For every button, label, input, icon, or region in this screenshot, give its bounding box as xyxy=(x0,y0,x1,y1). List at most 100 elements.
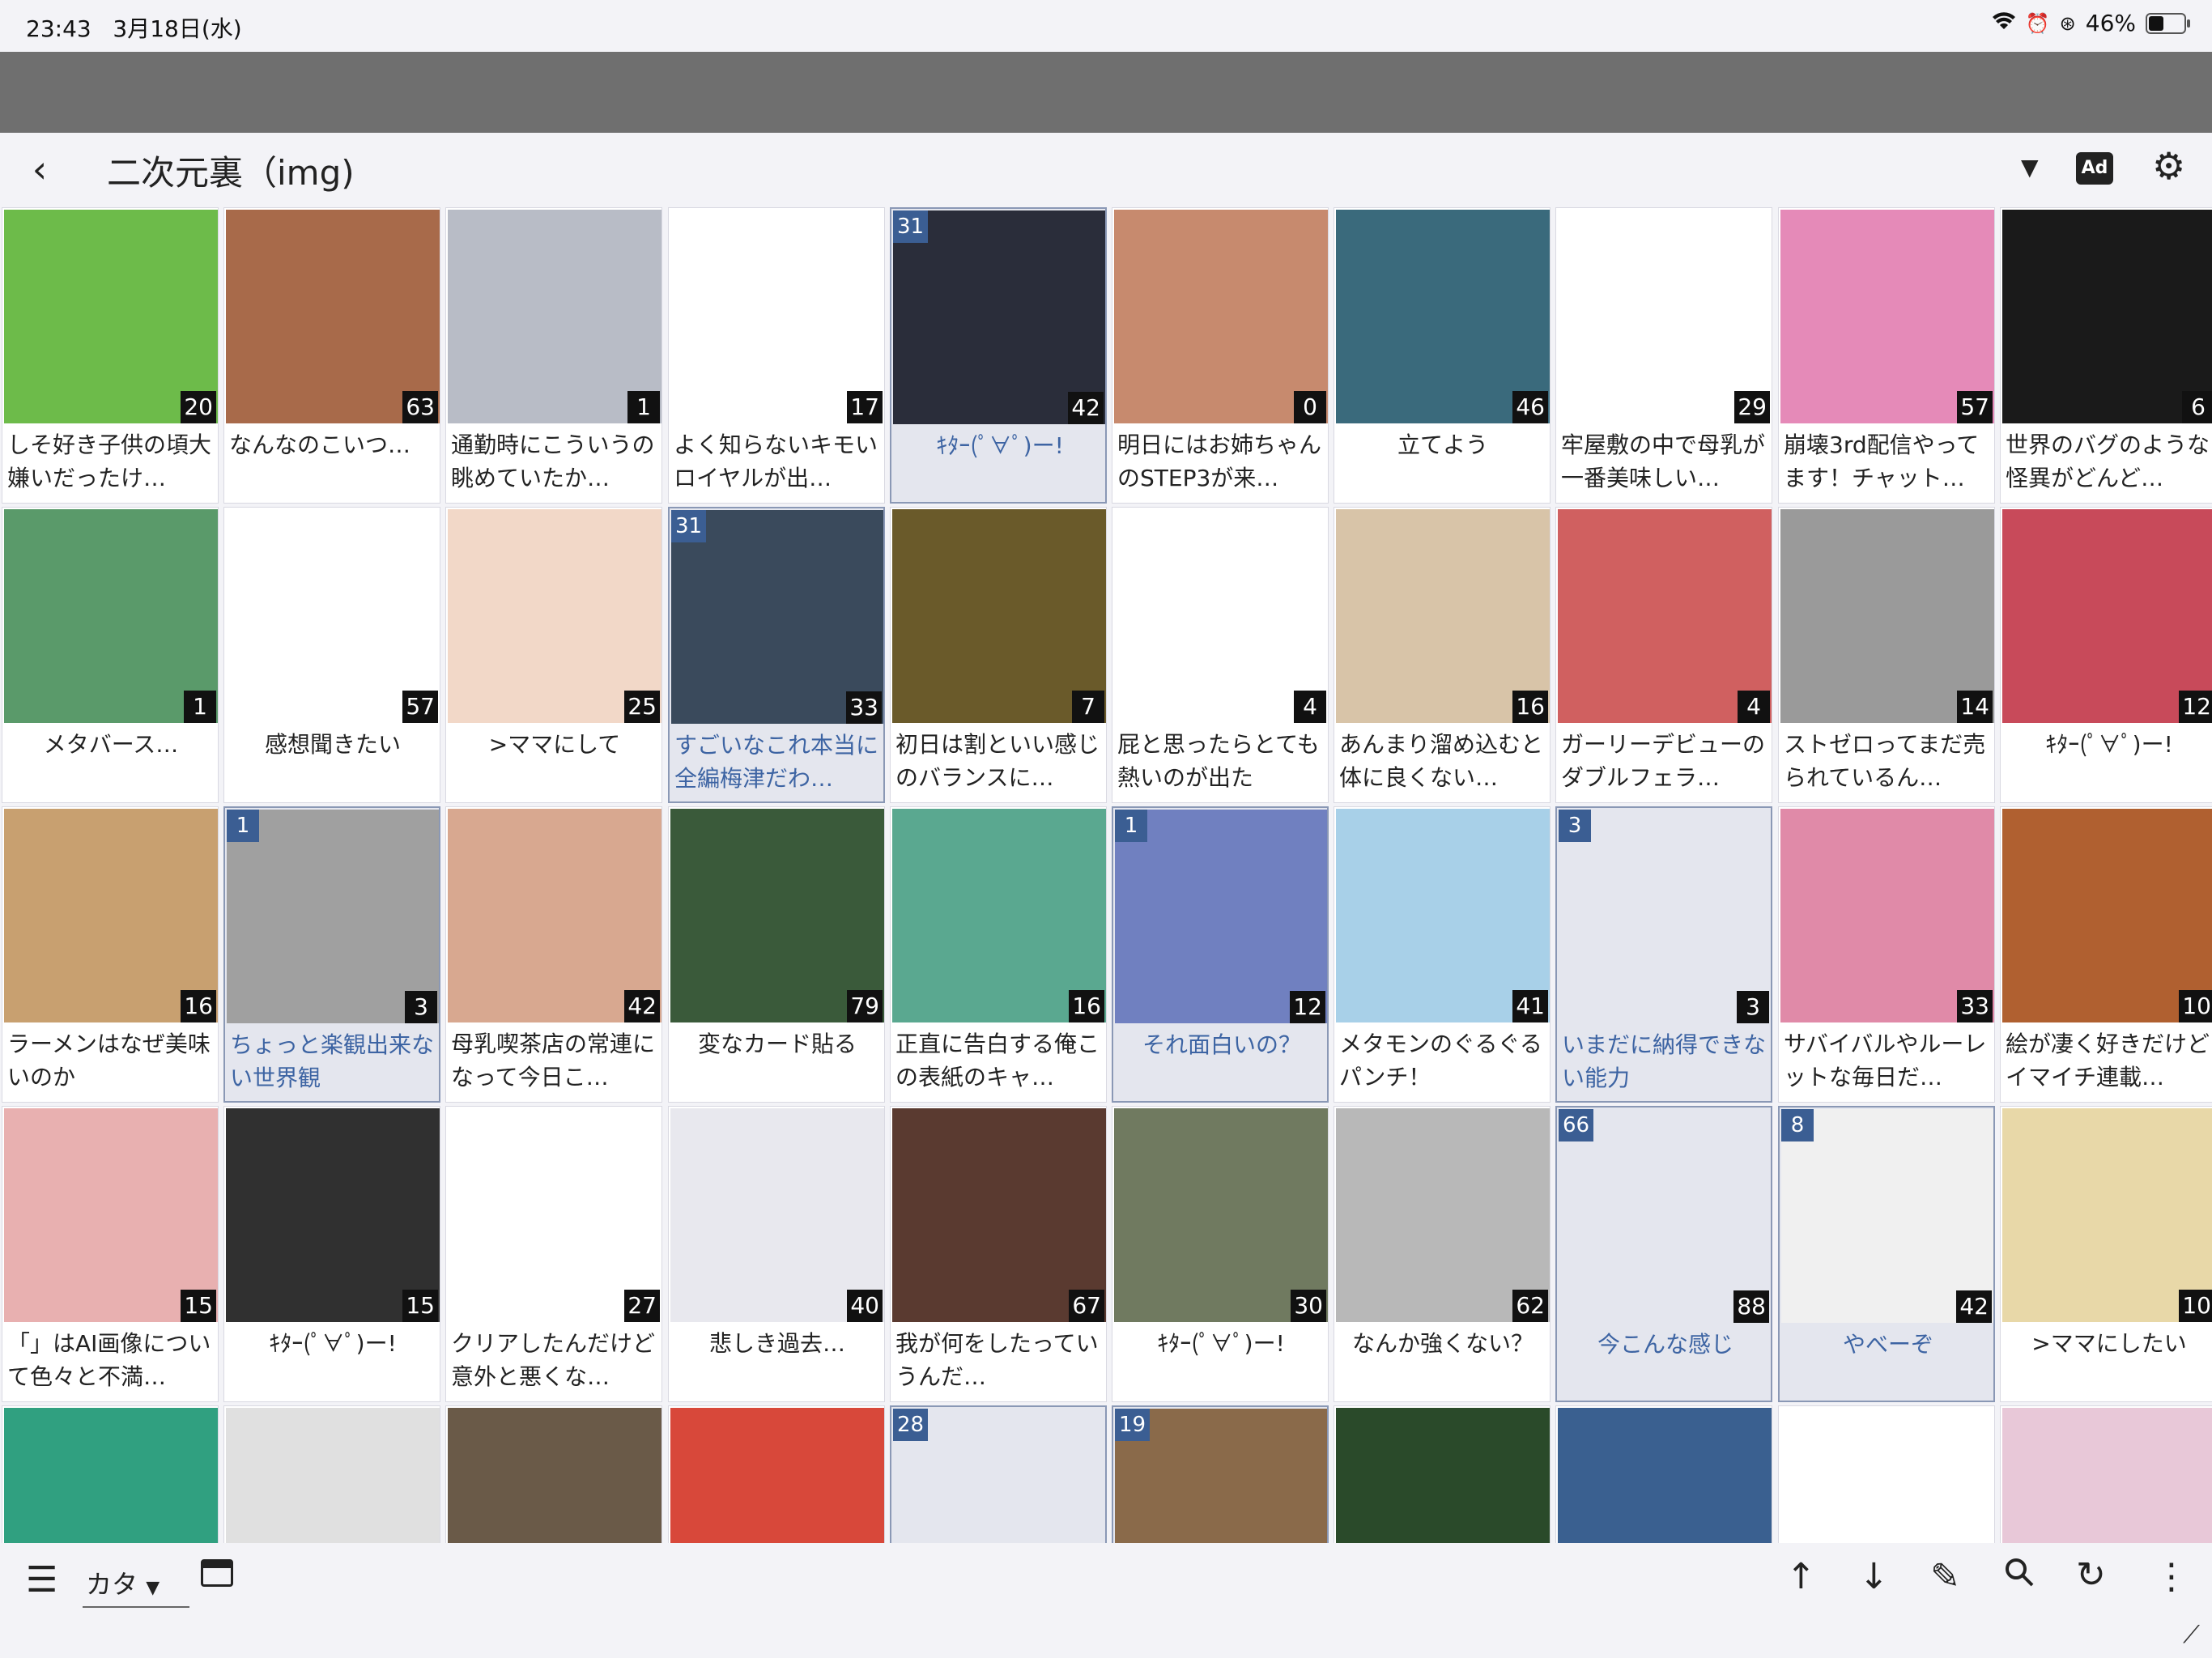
thread-title: 母乳喫茶店の常連になって今日こ… xyxy=(451,1031,656,1090)
thread-cell[interactable]: 3 3 いまだに納得できない能力 xyxy=(1555,806,1772,1103)
thread-cell[interactable] xyxy=(2,1405,219,1543)
thread-cell[interactable]: 1 メタバース… xyxy=(2,507,219,803)
dropdown-arrow-icon[interactable]: ▼ xyxy=(2021,154,2039,181)
thread-cell[interactable]: 31 33 すごいなこれ本当に全編梅津だわ… xyxy=(668,507,885,803)
arrow-up-icon[interactable]: ↑ xyxy=(1786,1556,1816,1597)
thread-cell[interactable]: 15 「」はAI画像について色々と不満… xyxy=(2,1106,219,1402)
thread-title: メタモンのぐるぐるパンチ！ xyxy=(1339,1031,1542,1090)
thread-title: 初日は割といい感じのバランスに… xyxy=(895,731,1100,791)
reply-count: 63 xyxy=(402,391,438,423)
thread-title: いまだに納得できない能力 xyxy=(1562,1031,1767,1091)
thread-cell[interactable]: 12 ｷﾀｰ(ﾟ∀ﾟ)ー! xyxy=(2000,507,2212,803)
reply-count: 20 xyxy=(181,391,216,423)
thread-cell[interactable]: 29 牢屋敷の中で母乳が一番美味しい… xyxy=(1555,207,1772,504)
thread-cell[interactable]: 1 通勤時にこういうの眺めていたか… xyxy=(445,207,662,504)
reply-count: 62 xyxy=(1512,1290,1548,1322)
thread-cell[interactable]: 16 あんまり溜め込むと体に良くない… xyxy=(1334,507,1551,803)
thread-cell[interactable]: 40 悲しき過去… xyxy=(668,1106,885,1402)
thread-title: 立てよう xyxy=(1397,432,1488,458)
arrow-down-icon[interactable]: ↓ xyxy=(1859,1556,1889,1597)
board-title: 二次元裏（img) xyxy=(107,153,355,193)
thread-cell[interactable] xyxy=(668,1405,885,1543)
thread-cell[interactable]: 27 クリアしたんだけど意外と悪くな… xyxy=(445,1106,662,1402)
thread-cell[interactable]: 63 なんなのこいつ… xyxy=(223,207,440,504)
thread-cell[interactable]: 57 感想聞きたい xyxy=(223,507,440,803)
ad-toggle-icon[interactable]: Ad xyxy=(2076,152,2113,185)
thread-cell[interactable] xyxy=(1555,1405,1772,1543)
thread-cell[interactable]: 33 サバイバルやルーレットな毎日だ… xyxy=(1778,806,1995,1103)
thread-cell[interactable]: 10 絵が凄く好きだけどイマイチ連載… xyxy=(2000,806,2212,1103)
reply-count: 1 xyxy=(184,691,216,723)
thread-cell[interactable] xyxy=(1778,1405,1995,1543)
thread-cell[interactable]: 10 >ママにしたい xyxy=(2000,1106,2212,1402)
thread-cell[interactable]: 31 42 ｷﾀｰ(ﾟ∀ﾟ)ー! xyxy=(890,207,1107,504)
thread-cell[interactable]: 15 ｷﾀｰ(ﾟ∀ﾟ)ー! xyxy=(223,1106,440,1402)
catalog-grid: 20 しそ好き子供の頃大嫌いだったけ… 63 なんなのこいつ… 1 通勤時にこういうの眺め… xyxy=(0,207,2212,1543)
new-reply-badge: 19 xyxy=(1115,1409,1151,1441)
reply-count: 4 xyxy=(1294,691,1326,723)
thread-cell[interactable]: 4 屁と思ったらとても熱いのが出た xyxy=(1112,507,1329,803)
hamburger-menu-icon[interactable]: ☰ xyxy=(26,1559,57,1601)
thread-cell[interactable] xyxy=(2000,1405,2212,1543)
thread-cell[interactable] xyxy=(1334,1405,1551,1543)
reply-count: 3 xyxy=(1737,991,1769,1023)
gray-banner xyxy=(0,52,2212,133)
thread-cell[interactable]: 7 初日は割といい感じのバランスに… xyxy=(890,507,1107,803)
reply-count: 41 xyxy=(1512,990,1548,1022)
thread-cell[interactable]: 16 正直に告白する俺この表紙のキャ… xyxy=(890,806,1107,1103)
thread-cell[interactable]: 14 ストゼロってまだ売られているん… xyxy=(1778,507,1995,803)
search-icon[interactable] xyxy=(2003,1556,2035,1597)
thread-title: 崩壊3rd配信やってます！チャット… xyxy=(1784,432,1980,491)
thread-cell[interactable] xyxy=(223,1405,440,1543)
thread-cell[interactable]: 25 >ママにして xyxy=(445,507,662,803)
thread-cell[interactable]: 17 よく知らないキモいロイヤルが出… xyxy=(668,207,885,504)
thread-cell[interactable]: 6 世界のバグのような怪異がどんど… xyxy=(2000,207,2212,504)
thread-cell[interactable]: 16 ラーメンはなぜ美味いのか xyxy=(2,806,219,1103)
thread-cell[interactable]: 4 ガーリーデビューのダブルフェラ… xyxy=(1555,507,1772,803)
reply-count: 57 xyxy=(402,691,438,723)
thread-cell[interactable]: 62 なんか強くない？ xyxy=(1334,1106,1551,1402)
back-arrow-icon[interactable]: ‹ xyxy=(19,149,60,189)
thread-cell[interactable]: 1 12 それ面白いの？ xyxy=(1112,806,1329,1103)
thread-title: すごいなこれ本当に全編梅津だわ… xyxy=(674,732,879,792)
reply-count: 12 xyxy=(2179,691,2212,723)
sort-select[interactable]: カタ ▼ xyxy=(83,1564,189,1608)
pencil-icon[interactable]: ✎ xyxy=(1930,1556,1960,1597)
status-time: 23:43 3月18日(水) xyxy=(26,11,242,44)
thread-cell[interactable]: 42 母乳喫茶店の常連になって今日こ… xyxy=(445,806,662,1103)
reply-count: 40 xyxy=(847,1290,883,1322)
thread-cell[interactable]: 1 3 ちょっと楽観出来ない世界観 xyxy=(223,806,440,1103)
window-icon[interactable] xyxy=(201,1559,233,1587)
bottom-toolbar: ☰ カタ ▼ ↑ ↓ ✎ ↻ ⋮ ⟋ xyxy=(0,1543,2212,1658)
thread-cell[interactable]: 0 明日にはお姉ちゃんのSTEP3が来… xyxy=(1112,207,1329,504)
status-bar: 23:43 3月18日(水) ⏰ ⊛ 46% xyxy=(0,0,2212,52)
gear-icon[interactable]: ⚙ xyxy=(2152,144,2185,188)
app-bar: ‹ 二次元裏（img) ▼ Ad ⚙ xyxy=(0,133,2212,207)
reply-count: 0 xyxy=(1294,391,1326,423)
refresh-icon[interactable]: ↻ xyxy=(2076,1554,2106,1596)
thread-cell[interactable]: 79 変なカード貼る xyxy=(668,806,885,1103)
thread-cell[interactable]: 30 ｷﾀｰ(ﾟ∀ﾟ)ー! xyxy=(1112,1106,1329,1402)
reply-count: 42 xyxy=(1068,392,1104,424)
thread-cell[interactable]: 57 崩壊3rd配信やってます！チャット… xyxy=(1778,207,1995,504)
thread-title: 我が何をしたっていうんだ… xyxy=(895,1330,1099,1390)
thread-title: しそ好き子供の頃大嫌いだったけ… xyxy=(7,432,212,491)
resize-handle-icon: ⟋ xyxy=(2183,1621,2200,1649)
reply-count: 29 xyxy=(1734,391,1770,423)
thread-cell[interactable]: 66 88 今こんな感じ xyxy=(1555,1106,1772,1402)
thread-cell[interactable]: 46 立てよう xyxy=(1334,207,1551,504)
thread-thumbnail xyxy=(1336,1408,1550,1543)
clock: 23:43 xyxy=(26,15,91,42)
thread-cell[interactable] xyxy=(445,1405,662,1543)
thread-title: ガーリーデビューのダブルフェラ… xyxy=(1561,731,1766,791)
thread-cell[interactable]: 8 42 やべーぞ xyxy=(1778,1106,1995,1402)
thread-cell[interactable]: 28 xyxy=(890,1405,1107,1543)
more-vert-icon[interactable]: ⋮ xyxy=(2154,1556,2189,1597)
thread-cell[interactable]: 41 メタモンのぐるぐるパンチ！ xyxy=(1334,806,1551,1103)
thread-cell[interactable]: 20 しそ好き子供の頃大嫌いだったけ… xyxy=(2,207,219,504)
thread-title: それ面白いの？ xyxy=(1142,1031,1301,1058)
thread-title: 絵が凄く好きだけどイマイチ連載… xyxy=(2006,1031,2210,1090)
thread-cell[interactable]: 67 我が何をしたっていうんだ… xyxy=(890,1106,1107,1402)
reply-count: 1 xyxy=(627,391,660,423)
thread-cell[interactable]: 19 xyxy=(1112,1405,1329,1543)
